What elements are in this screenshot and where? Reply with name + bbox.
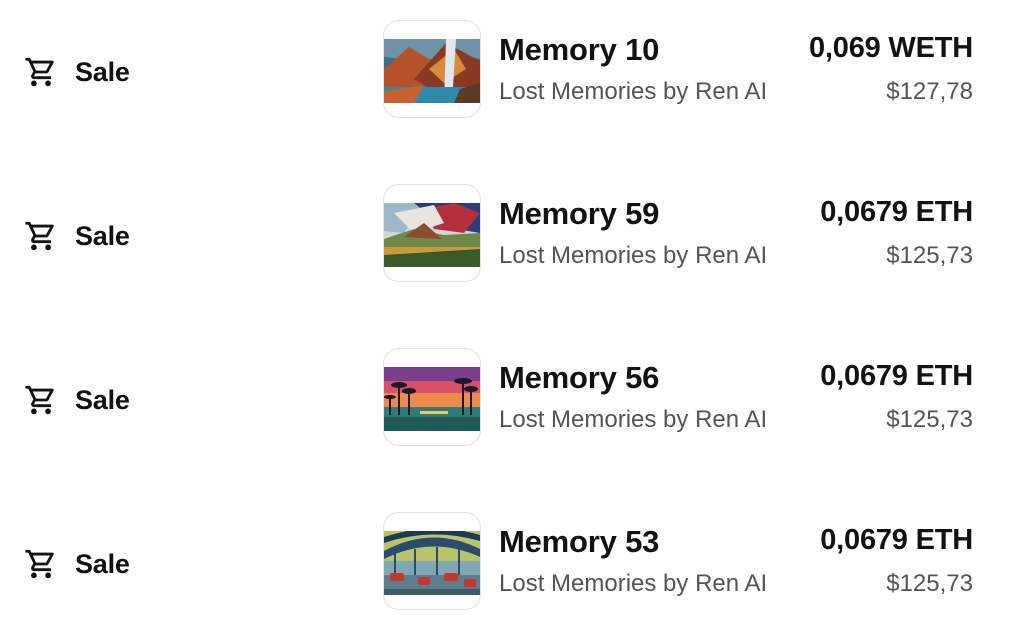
- price-usd: $125,73: [886, 406, 973, 433]
- activity-row[interactable]: Sale: [0, 348, 1018, 452]
- shopping-cart-icon: [24, 55, 58, 89]
- price-crypto: 0,0679 ETH: [820, 196, 973, 228]
- shopping-cart-icon: [24, 547, 58, 581]
- price-usd: $127,78: [886, 78, 973, 105]
- price-crypto: 0,0679 ETH: [820, 524, 973, 556]
- nft-image-memory-10: [384, 39, 480, 103]
- item-collection[interactable]: Lost Memories by Ren AI: [499, 570, 767, 598]
- event-type: Sale: [24, 382, 130, 418]
- nft-thumbnail[interactable]: [383, 20, 481, 118]
- item-name[interactable]: Memory 59: [499, 196, 659, 232]
- nft-image-memory-59: [384, 203, 480, 267]
- activity-row[interactable]: Sale Memory 59 Lost Memories by Ren AI 0…: [0, 184, 1018, 288]
- event-type: Sale: [24, 546, 130, 582]
- price-crypto: 0,069 WETH: [809, 32, 973, 64]
- event-label: Sale: [75, 548, 130, 579]
- item-collection[interactable]: Lost Memories by Ren AI: [499, 406, 767, 434]
- item-name[interactable]: Memory 53: [499, 524, 659, 560]
- item-collection[interactable]: Lost Memories by Ren AI: [499, 78, 767, 106]
- item-name[interactable]: Memory 56: [499, 360, 659, 396]
- price-usd: $125,73: [886, 570, 973, 597]
- nft-thumbnail[interactable]: [383, 348, 481, 446]
- nft-image-memory-53: [384, 531, 480, 595]
- item-name[interactable]: Memory 10: [499, 32, 659, 68]
- nft-image-memory-56: [384, 367, 480, 431]
- shopping-cart-icon: [24, 383, 58, 417]
- event-type: Sale: [24, 218, 130, 254]
- event-label: Sale: [75, 56, 130, 87]
- activity-row[interactable]: Sale: [0, 512, 1018, 616]
- nft-thumbnail[interactable]: [383, 512, 481, 610]
- price-crypto: 0,0679 ETH: [820, 360, 973, 392]
- event-label: Sale: [75, 384, 130, 415]
- activity-list: Sale Memory 10 Lost Memories by Ren AI 0…: [0, 0, 1018, 642]
- event-type: Sale: [24, 54, 130, 90]
- shopping-cart-icon: [24, 219, 58, 253]
- price-usd: $125,73: [886, 242, 973, 269]
- event-label: Sale: [75, 220, 130, 251]
- item-collection[interactable]: Lost Memories by Ren AI: [499, 242, 767, 270]
- activity-row[interactable]: Sale Memory 10 Lost Memories by Ren AI 0…: [0, 20, 1018, 124]
- nft-thumbnail[interactable]: [383, 184, 481, 282]
